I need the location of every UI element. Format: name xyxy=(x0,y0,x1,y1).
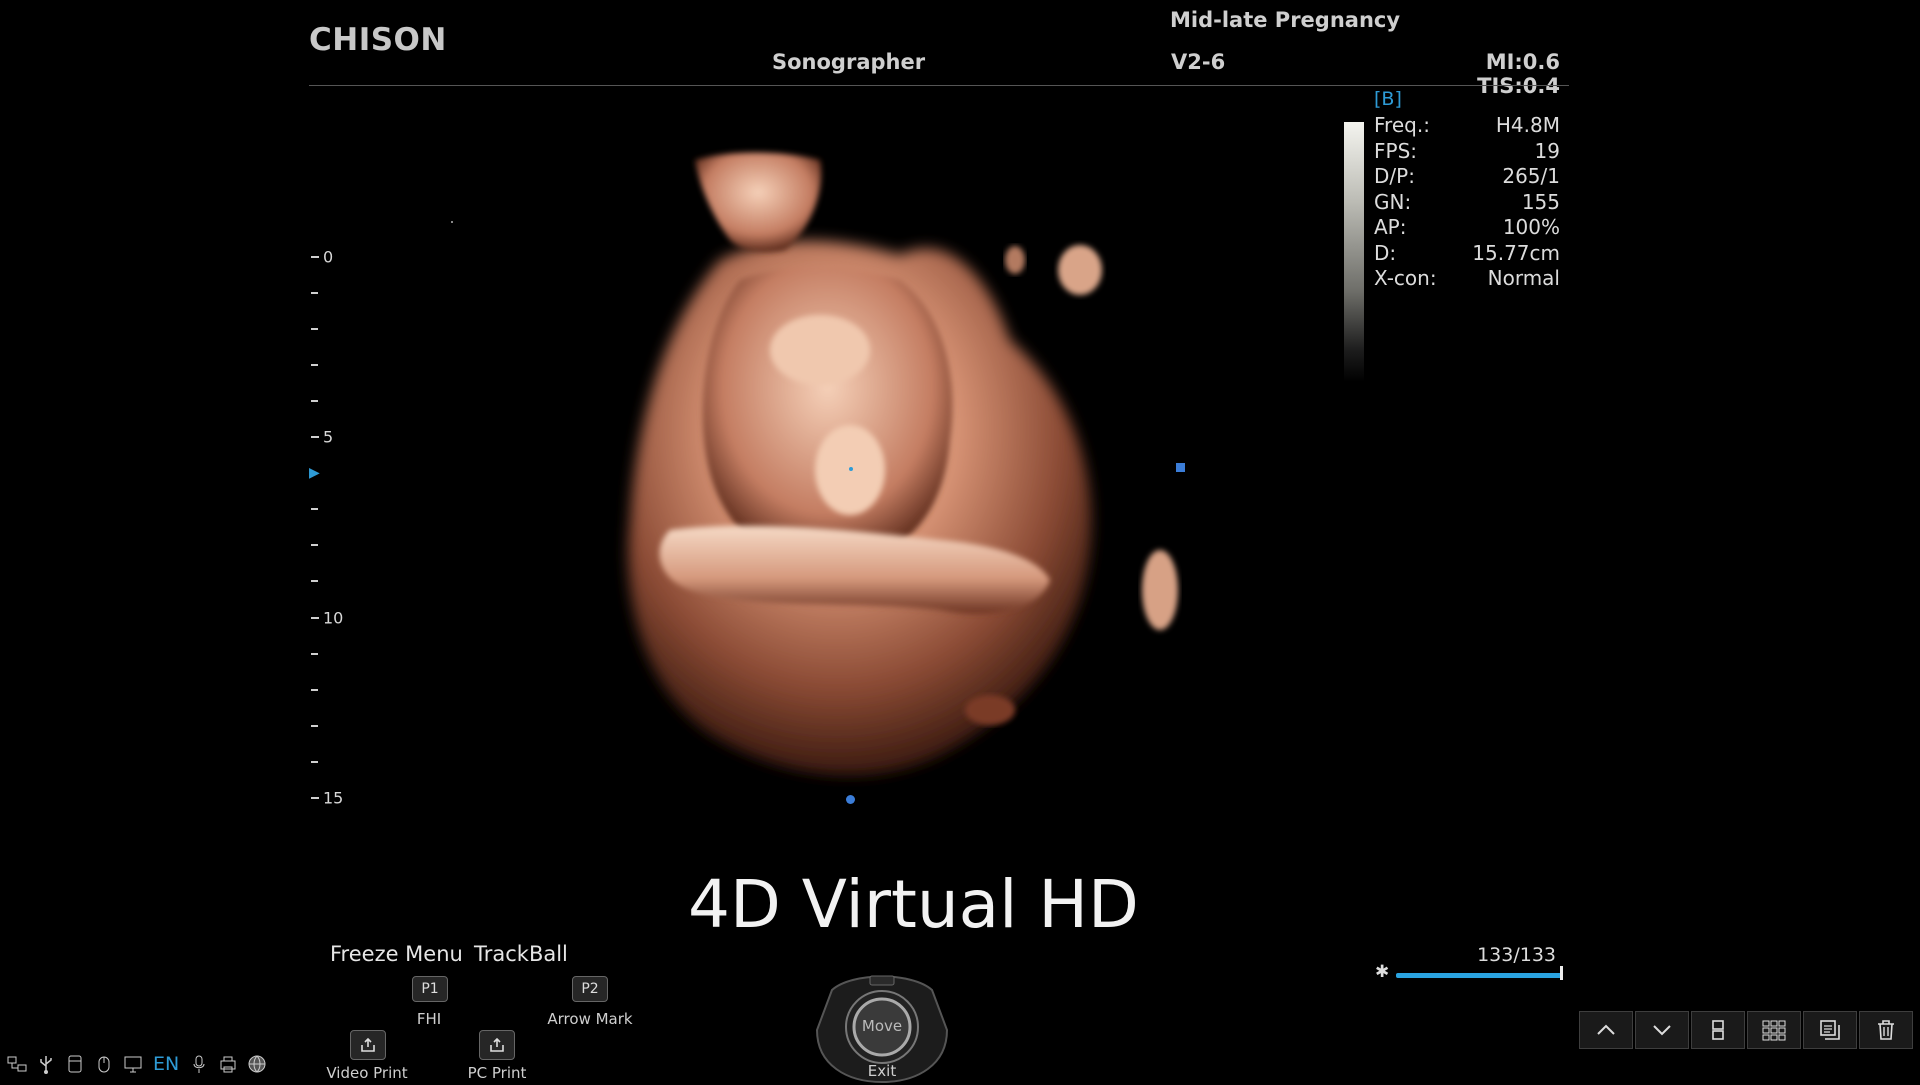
depth-tick xyxy=(311,689,318,691)
imaging-mode: [B] xyxy=(1374,88,1402,110)
microphone-icon xyxy=(188,1053,210,1075)
focus-marker-icon[interactable]: ▶ xyxy=(309,465,320,481)
param-row-xcon: X-con: Normal xyxy=(1374,266,1560,292)
depth-tick xyxy=(311,328,318,330)
param-label: AP: xyxy=(1374,215,1407,239)
param-value: 15.77cm xyxy=(1472,240,1560,265)
param-label: GN: xyxy=(1374,189,1412,214)
page-up-button[interactable] xyxy=(1579,1011,1633,1049)
depth-label: 15 xyxy=(323,788,344,808)
depth-label: 5 xyxy=(323,427,334,447)
param-label: FPS: xyxy=(1374,138,1417,163)
p2-label: Arrow Mark xyxy=(547,1010,633,1028)
globe-icon xyxy=(246,1053,268,1075)
depth-tick xyxy=(311,725,318,727)
delete-button[interactable] xyxy=(1859,1011,1913,1049)
depth-tick xyxy=(311,436,319,438)
freeze-menu-title: Freeze Menu xyxy=(330,942,463,966)
param-label: D/P: xyxy=(1374,164,1415,188)
depth-tick xyxy=(311,761,318,763)
mouse-icon xyxy=(93,1053,115,1075)
monitor-icon xyxy=(122,1053,144,1075)
cine-frame-count: 133/133 xyxy=(1477,944,1556,966)
depth-tick xyxy=(311,580,318,582)
mode-overlay-title: 4D Virtual HD xyxy=(688,866,1139,943)
copy-button[interactable] xyxy=(1803,1011,1857,1049)
depth-tick xyxy=(311,653,318,655)
param-value: 155 xyxy=(1521,189,1560,214)
grid-layout-button[interactable] xyxy=(1747,1011,1801,1049)
param-row-gn: GN: 155 xyxy=(1374,190,1560,216)
exam-preset: Mid-late Pregnancy xyxy=(1170,8,1401,32)
param-value: 19 xyxy=(1534,138,1560,163)
param-label: Freq.: xyxy=(1374,113,1430,137)
depth-scale: 0 5 10 15 ▶ xyxy=(305,240,365,820)
p1-label: FHI xyxy=(416,1010,442,1028)
storage-icon xyxy=(64,1053,86,1075)
safety-index: MI:0.6 TIS:0.4 xyxy=(1477,50,1560,98)
operator-name: Sonographer xyxy=(772,50,926,74)
usb-icon xyxy=(35,1053,57,1075)
grayscale-bar xyxy=(1344,122,1364,382)
printer-icon xyxy=(217,1053,239,1075)
network-icon xyxy=(6,1053,28,1075)
trackball-title: TrackBall xyxy=(474,942,568,966)
language-indicator[interactable]: EN xyxy=(153,1053,179,1075)
parameter-panel: Freq.: H4.8M FPS: 19 D/P: 265/1 GN: 155 AP: 1… xyxy=(1374,113,1560,292)
trackball-center-label: Move xyxy=(861,1017,903,1035)
chevron-down-icon xyxy=(1653,1025,1671,1036)
depth-tick xyxy=(311,400,318,402)
status-bar: EN xyxy=(6,1052,268,1076)
depth-label: 0 xyxy=(323,247,334,267)
single-layout-button[interactable] xyxy=(1691,1011,1745,1049)
depth-label: 10 xyxy=(323,608,344,628)
grid-layout-icon xyxy=(1762,1020,1786,1041)
depth-tick xyxy=(311,364,318,366)
cine-slider-handle[interactable] xyxy=(1560,966,1563,980)
probe-name: V2-6 xyxy=(1171,50,1226,74)
brand-logo: CHISON xyxy=(309,22,447,58)
param-row-fps: FPS: 19 xyxy=(1374,139,1560,165)
volume-render-image xyxy=(628,152,1178,776)
video-print-label: Video Print xyxy=(326,1064,408,1082)
param-value: 100% xyxy=(1502,215,1560,239)
param-label: X-con: xyxy=(1374,266,1437,290)
roi-marker[interactable] xyxy=(1176,463,1185,472)
param-row-dp: D/P: 265/1 xyxy=(1374,164,1560,190)
pc-print-button[interactable] xyxy=(479,1030,515,1060)
param-row-depth: D: 15.77cm xyxy=(1374,241,1560,267)
copy-icon xyxy=(1820,1020,1840,1040)
depth-tick xyxy=(311,544,318,546)
page-down-button[interactable] xyxy=(1635,1011,1689,1049)
print-icon xyxy=(490,1037,504,1052)
chevron-up-icon xyxy=(1597,1024,1615,1035)
p2-key-button[interactable]: P2 xyxy=(572,976,608,1002)
depth-tick xyxy=(311,797,319,799)
param-label: D: xyxy=(1374,240,1397,265)
cine-progress-bar[interactable] xyxy=(1396,973,1562,978)
depth-marker[interactable] xyxy=(846,795,855,804)
print-icon xyxy=(361,1037,375,1052)
depth-tick xyxy=(311,292,318,294)
depth-tick xyxy=(311,256,319,258)
video-print-button[interactable] xyxy=(350,1030,386,1060)
single-layout-icon xyxy=(1712,1020,1724,1040)
center-marker xyxy=(849,467,853,471)
trackball-exit-label: Exit xyxy=(867,1062,897,1080)
image-speck xyxy=(451,221,453,223)
p1-key-button[interactable]: P1 xyxy=(412,976,448,1002)
trash-icon xyxy=(1878,1020,1894,1040)
depth-tick xyxy=(311,508,318,510)
depth-tick xyxy=(311,617,319,619)
param-value: Normal xyxy=(1487,266,1560,290)
param-value: H4.8M xyxy=(1495,113,1560,137)
param-row-freq: Freq.: H4.8M xyxy=(1374,113,1560,139)
param-value: 265/1 xyxy=(1502,164,1560,188)
cine-star-icon: ✱ xyxy=(1375,962,1390,982)
param-row-ap: AP: 100% xyxy=(1374,215,1560,241)
pc-print-label: PC Print xyxy=(467,1064,527,1082)
header-divider xyxy=(309,85,1569,86)
